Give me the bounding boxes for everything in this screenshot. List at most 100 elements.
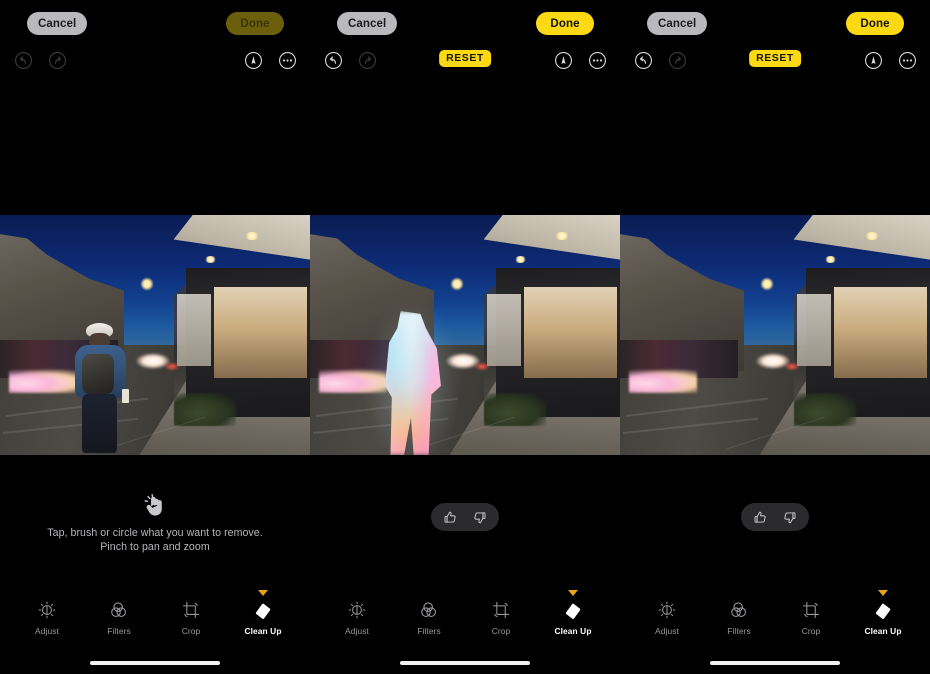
tool-label: Clean Up (554, 626, 592, 636)
markup-pen-icon[interactable] (242, 49, 264, 71)
tool-adjust[interactable]: Adjust (332, 599, 382, 636)
adjust-dial-icon (347, 599, 367, 621)
cleanup-hint: Tap, brush or circle what you want to re… (0, 493, 310, 555)
more-ellipsis-icon[interactable] (586, 49, 608, 71)
shop-window-small (176, 294, 211, 367)
tool-crop[interactable]: Crop (166, 599, 216, 636)
tool-filters[interactable]: Filters (714, 599, 764, 636)
tool-label: Filters (727, 626, 751, 636)
shop-window-large (523, 287, 617, 379)
reset-button[interactable]: RESET (439, 50, 491, 67)
photo-image (310, 215, 620, 455)
more-ellipsis-icon[interactable] (896, 49, 918, 71)
tool-cleanup[interactable]: Clean Up (858, 590, 908, 636)
editor-bottom-area: Adjust Filters Crop Clean Up (310, 455, 620, 674)
tool-crop[interactable]: Crop (786, 599, 836, 636)
cancel-button[interactable]: Cancel (337, 12, 398, 35)
tool-filters[interactable]: Filters (94, 599, 144, 636)
editor-top-bar: Cancel Done (620, 0, 930, 84)
editor-tool-bar: Adjust Filters Crop Clean Up (0, 590, 310, 636)
thumbs-up-icon[interactable] (753, 510, 768, 525)
redo-icon (46, 49, 68, 71)
tool-adjust[interactable]: Adjust (22, 599, 72, 636)
cleanup-hint-text: Tap, brush or circle what you want to re… (47, 526, 262, 555)
street-bush (793, 392, 856, 427)
photo-canvas[interactable] (0, 215, 310, 455)
tool-label: Filters (107, 626, 131, 636)
thumbs-up-icon[interactable] (443, 510, 458, 525)
adjust-dial-icon (37, 599, 57, 621)
ceiling-light-1 (554, 231, 571, 240)
tool-label: Clean Up (864, 626, 902, 636)
tool-crop[interactable]: Crop (476, 599, 526, 636)
panel-before: Cancel Done Tap, brush or circle what yo… (0, 0, 310, 674)
tool-filters[interactable]: Filters (404, 599, 454, 636)
filters-circles-icon (729, 599, 749, 621)
edit-icon-row (0, 49, 310, 73)
done-button[interactable]: Done (536, 12, 594, 35)
photo-image (0, 215, 310, 455)
feedback-pill (431, 503, 499, 531)
home-indicator (90, 661, 220, 665)
person-legs (81, 394, 117, 453)
home-indicator (710, 661, 840, 665)
thumbs-down-icon[interactable] (782, 510, 797, 525)
adjust-dial-icon (657, 599, 677, 621)
cleanup-selection-highlight[interactable] (365, 299, 459, 455)
editor-bottom-area: Tap, brush or circle what you want to re… (0, 455, 310, 674)
tool-label: Clean Up (244, 626, 282, 636)
hint-line-1: Tap, brush or circle what you want to re… (47, 527, 263, 539)
reset-button[interactable]: RESET (749, 50, 801, 67)
tool-cleanup[interactable]: Clean Up (548, 590, 598, 636)
crop-frame-icon (801, 599, 821, 621)
editor-top-bar: Cancel Done (0, 0, 310, 84)
tool-label: Adjust (345, 626, 369, 636)
tool-label: Adjust (35, 626, 59, 636)
filters-circles-icon (109, 599, 129, 621)
thumbs-down-icon[interactable] (472, 510, 487, 525)
ceiling-light-2 (824, 255, 837, 263)
undo-icon[interactable] (632, 49, 654, 71)
cleanup-eraser-icon (563, 599, 584, 621)
done-button[interactable]: Done (226, 12, 284, 35)
street-bush (173, 392, 236, 427)
cancel-button[interactable]: Cancel (27, 12, 88, 35)
editor-bottom-area: Adjust Filters Crop Clean Up (620, 455, 930, 674)
tool-cleanup[interactable]: Clean Up (238, 590, 288, 636)
markup-pen-icon[interactable] (552, 49, 574, 71)
three-panel-comparison: Cancel Done Tap, brush or circle what yo… (0, 0, 930, 674)
street-bush (483, 392, 546, 427)
editor-tool-bar: Adjust Filters Crop Clean Up (310, 590, 620, 636)
markup-pen-icon[interactable] (862, 49, 884, 71)
cancel-button[interactable]: Cancel (647, 12, 708, 35)
person-subject[interactable] (74, 323, 130, 453)
street-lamp-light (759, 277, 774, 292)
editor-top-bar: Cancel Done (310, 0, 620, 84)
tool-label: Filters (417, 626, 441, 636)
street-lamp-light (449, 277, 464, 292)
panel-selected: Cancel Done RESET Adjust Filters Crop Cl… (310, 0, 620, 674)
crop-frame-icon (181, 599, 201, 621)
done-button[interactable]: Done (846, 12, 904, 35)
tool-label: Adjust (655, 626, 679, 636)
shop-window-large (213, 287, 307, 379)
tool-label: Crop (181, 626, 201, 636)
undo-icon[interactable] (322, 49, 344, 71)
active-tool-marker (258, 590, 268, 596)
ceiling-light-1 (864, 231, 881, 240)
tool-adjust[interactable]: Adjust (642, 599, 692, 636)
person-backpack (81, 353, 115, 395)
ceiling-light-1 (244, 231, 261, 240)
redo-icon (356, 49, 378, 71)
home-indicator (400, 661, 530, 665)
panel-after: Cancel Done RESET Adjust Filters Crop Cl… (620, 0, 930, 674)
shop-window-small (796, 294, 831, 367)
feedback-pill (741, 503, 809, 531)
more-ellipsis-icon[interactable] (276, 49, 298, 71)
photo-canvas[interactable] (620, 215, 930, 455)
shop-window-small (486, 294, 521, 367)
pink-light-blobs (9, 368, 78, 393)
photo-canvas[interactable] (310, 215, 620, 455)
editor-tool-bar: Adjust Filters Crop Clean Up (620, 590, 930, 636)
person-cup (121, 389, 130, 404)
